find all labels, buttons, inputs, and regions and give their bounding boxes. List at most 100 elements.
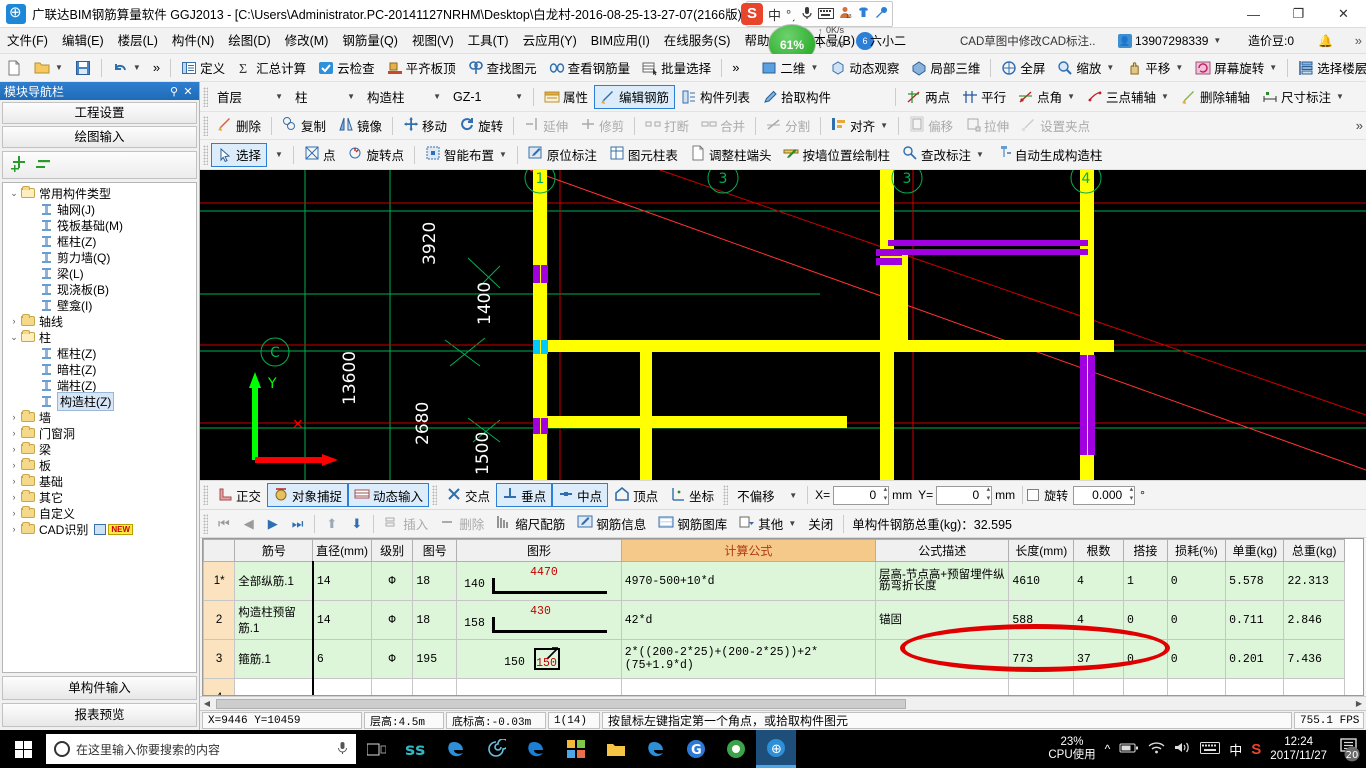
chevron-down-icon[interactable]: ▼ bbox=[433, 92, 441, 101]
cell-count[interactable] bbox=[1072, 678, 1125, 695]
menu-draw[interactable]: 绘图(D) bbox=[221, 28, 277, 54]
rebar-table[interactable]: 筋号 直径(mm) 级别 图号 图形 计算公式 公式描述 长度(mm) 根数 搭… bbox=[203, 539, 1345, 695]
cell-rebar-no[interactable]: 全部纵筋.1 bbox=[234, 561, 314, 601]
scroll-right-icon[interactable]: ▶ bbox=[1352, 699, 1366, 708]
collapse-all-icon[interactable] bbox=[36, 155, 53, 175]
cell-lap[interactable]: 1 bbox=[1123, 561, 1168, 601]
row-index[interactable]: 3 bbox=[203, 639, 236, 679]
drawing-canvas[interactable]: 13 34 C 3920 1400 13600 2680 1500 Y × bbox=[200, 170, 1366, 480]
tree-node-现浇板B[interactable]: 现浇板(B) bbox=[3, 281, 196, 297]
cell-formula[interactable]: 42*d bbox=[620, 600, 877, 640]
cell-total-weight[interactable]: 7.436 bbox=[1283, 639, 1345, 679]
account-area[interactable]: 👤 13907298339 ▼ bbox=[1118, 33, 1221, 48]
wifi-icon[interactable] bbox=[1148, 741, 1165, 757]
th-figure-no[interactable]: 图号 bbox=[412, 539, 458, 562]
rotate-input[interactable]: 0.000 bbox=[1073, 485, 1136, 505]
chevron-down-icon[interactable]: ⌄ bbox=[7, 332, 21, 343]
vertex-toggle[interactable]: 顶点 bbox=[608, 483, 664, 507]
view-rebar-qty-button[interactable]: 查看钢筋量 bbox=[543, 56, 637, 80]
chevron-right-icon[interactable]: › bbox=[7, 444, 21, 454]
floor-select[interactable]: 首层 ▼ bbox=[211, 85, 289, 109]
row-index[interactable]: 2 bbox=[203, 600, 236, 640]
toolbar-overflow-2[interactable]: » bbox=[726, 56, 745, 80]
close-panel-button[interactable]: 关闭 bbox=[802, 512, 839, 536]
object-snap-toggle[interactable]: 对象捕捉 bbox=[267, 483, 349, 507]
prev-record-button[interactable]: ◀ bbox=[237, 512, 261, 536]
edge-icon[interactable] bbox=[516, 730, 556, 768]
tree-node-构造柱Z[interactable]: 构造柱(Z) bbox=[3, 391, 196, 411]
th-total-weight[interactable]: 总重(kg) bbox=[1283, 539, 1345, 562]
table-row[interactable]: 1* 全部纵筋.1 14 Φ 18 140 4470 4970-500+10*d 层高-节点高+… bbox=[203, 561, 1345, 601]
rebar-table-container[interactable]: 筋号 直径(mm) 级别 图号 图形 计算公式 公式描述 长度(mm) 根数 搭… bbox=[202, 538, 1364, 696]
menu-online-service[interactable]: 在线服务(S) bbox=[657, 28, 738, 54]
menu-cloud[interactable]: 云应用(Y) bbox=[516, 28, 584, 54]
g-icon[interactable]: G bbox=[676, 730, 716, 768]
cell-shape[interactable]: 150 150 bbox=[456, 639, 622, 679]
category-select[interactable]: 柱 ▼ bbox=[289, 85, 361, 109]
th-formula-desc[interactable]: 公式描述 bbox=[875, 539, 1010, 562]
chevron-down-icon[interactable]: ⌄ bbox=[7, 188, 21, 199]
menu-username[interactable]: 六小二 bbox=[870, 32, 906, 49]
toolbar-gripper[interactable] bbox=[203, 115, 208, 136]
menu-floor[interactable]: 楼层(L) bbox=[111, 28, 165, 54]
dimension-button[interactable]: 尺寸标注 ▼ bbox=[1256, 85, 1350, 109]
cell-formula-desc[interactable]: 锚固 bbox=[875, 600, 1010, 640]
chevron-down-icon[interactable]: ▼ bbox=[1106, 63, 1114, 72]
tree-node-框柱Z[interactable]: 框柱(Z) bbox=[3, 345, 196, 361]
ime-settings-icon[interactable] bbox=[875, 6, 888, 22]
chevron-right-icon[interactable]: › bbox=[7, 508, 21, 518]
chevron-right-icon[interactable]: › bbox=[7, 492, 21, 502]
check-annot-button[interactable]: 查改标注 ▼ bbox=[896, 143, 990, 167]
th-rebar-no[interactable]: 筋号 bbox=[234, 539, 314, 562]
th-grade[interactable]: 级别 bbox=[370, 539, 414, 562]
row-index[interactable]: 1* bbox=[203, 561, 236, 601]
cell-total-weight[interactable]: 2.846 bbox=[1283, 600, 1345, 640]
chevron-down-icon[interactable]: ▼ bbox=[880, 121, 888, 130]
tree-node-梁[interactable]: › 梁 bbox=[3, 441, 196, 457]
ortho-toggle[interactable]: 正交 bbox=[211, 483, 267, 507]
toolbar-gripper[interactable] bbox=[432, 485, 438, 505]
bell-icon[interactable]: 🔔 bbox=[1318, 34, 1333, 48]
summary-calc-button[interactable]: Σ 汇总计算 bbox=[231, 56, 312, 80]
move-button[interactable]: 移动 bbox=[397, 114, 453, 138]
window-controls[interactable]: — ❐ ✕ bbox=[1231, 0, 1366, 28]
tree-node-板[interactable]: › 板 bbox=[3, 457, 196, 473]
copy-button[interactable]: 复制 bbox=[276, 114, 332, 138]
cell-count[interactable]: 37 bbox=[1072, 639, 1125, 679]
offset-mode-select[interactable]: 不偏移 ▼ bbox=[731, 483, 803, 507]
tree-node-自定义[interactable]: › 自定义 bbox=[3, 505, 196, 521]
cell-diameter[interactable]: 14 bbox=[312, 561, 372, 601]
save-file-button[interactable] bbox=[69, 56, 97, 80]
cell-unit-weight[interactable] bbox=[1225, 678, 1285, 695]
cell-total-weight[interactable] bbox=[1283, 678, 1345, 695]
keyboard-icon[interactable] bbox=[1200, 741, 1221, 757]
ggj-app-icon[interactable]: ⊕ bbox=[756, 730, 796, 768]
toolbar-overflow-modify[interactable]: » bbox=[1356, 118, 1363, 133]
tree-node-常用构件类型[interactable]: ⌄ 常用构件类型 bbox=[3, 185, 196, 201]
cpu-usage-indicator[interactable]: 23% CPU使用 bbox=[1048, 736, 1095, 762]
close-icon[interactable]: ✕ bbox=[181, 85, 195, 98]
cad-tip-link[interactable]: CAD草图中修改CAD标注.. bbox=[960, 33, 1095, 49]
cell-formula[interactable] bbox=[620, 678, 877, 695]
tree-node-暗柱Z[interactable]: 暗柱(Z) bbox=[3, 361, 196, 377]
panel-gripper[interactable] bbox=[203, 513, 208, 534]
chevron-down-icon[interactable]: ▼ bbox=[1175, 63, 1183, 72]
first-record-button[interactable]: ⏮ bbox=[211, 512, 237, 536]
rebar-info-button[interactable]: 钢筋信息 bbox=[571, 512, 652, 536]
toolbar-gripper[interactable] bbox=[203, 86, 208, 107]
cell-unit-weight[interactable]: 0.711 bbox=[1225, 600, 1285, 640]
menu-overflow-icon[interactable]: » bbox=[1355, 33, 1362, 48]
cell-shape[interactable]: 140 4470 bbox=[456, 561, 622, 601]
chevron-down-icon[interactable]: ▼ bbox=[1213, 36, 1221, 45]
cell-unit-weight[interactable]: 0.201 bbox=[1225, 639, 1285, 679]
tree-node-其它[interactable]: › 其它 bbox=[3, 489, 196, 505]
insitu-annot-button[interactable]: 原位标注 bbox=[522, 143, 603, 167]
member-list-button[interactable]: 构件列表 bbox=[675, 85, 756, 109]
cell-length[interactable]: 4610 bbox=[1008, 561, 1074, 601]
clock[interactable]: 12:24 2017/11/27 bbox=[1270, 735, 1327, 763]
chevron-right-icon[interactable]: › bbox=[7, 316, 21, 326]
cell-rebar-no[interactable]: 构造柱预留筋.1 bbox=[234, 600, 314, 640]
th-diameter[interactable]: 直径(mm) bbox=[312, 539, 372, 562]
delete-axis-button[interactable]: 删除辅轴 bbox=[1175, 85, 1256, 109]
search-box[interactable]: 在这里输入你要搜索的内容 bbox=[46, 734, 356, 764]
